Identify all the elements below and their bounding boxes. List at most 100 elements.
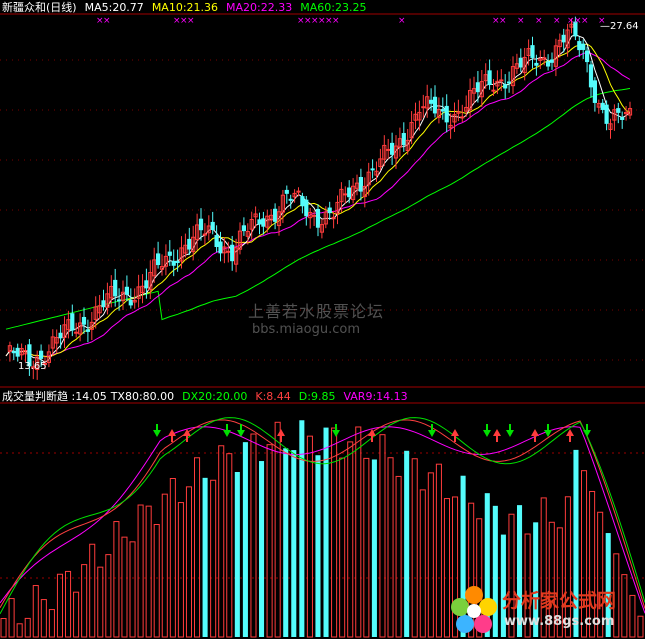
candle-down: [144, 280, 149, 289]
volume-bar-up: [435, 463, 442, 638]
candle-down: [257, 219, 262, 225]
chart-title: 新疆众和(日线): [2, 1, 77, 14]
buy-arrow-icon: [168, 429, 176, 442]
candle-down: [288, 198, 293, 201]
candle-down: [175, 261, 180, 264]
buy-arrow-icon: [451, 429, 459, 442]
candle-down: [546, 61, 551, 67]
volume-bar-up: [274, 421, 281, 638]
volume-bar-up: [250, 433, 257, 638]
candle-down: [585, 50, 590, 63]
volume-bar-up: [339, 457, 346, 638]
site-logo: 分析家公式网 www.88gs.com: [446, 583, 645, 639]
signal-cross: ×: [535, 16, 543, 26]
signal-marks: × × × × × × × × × × × × × × × × × × × × ×: [96, 16, 606, 26]
candle-down: [549, 59, 555, 63]
volume-bar-up: [121, 536, 128, 638]
volume-bar-up: [379, 434, 386, 638]
signal-cross: ×: [499, 16, 507, 26]
volume-bar-down: [371, 459, 377, 637]
volume-bar-up: [161, 493, 168, 638]
candle-down: [503, 84, 508, 89]
signal-cross: ×: [398, 16, 406, 26]
logo-name: 分析家公式网: [502, 590, 617, 612]
signal-cross: ×: [332, 16, 340, 26]
volume-bar-up: [347, 441, 354, 638]
volume-bar-up: [0, 618, 7, 638]
sell-arrow-icon: [583, 424, 591, 437]
candle-down: [315, 208, 321, 228]
volume-bar-down: [259, 461, 265, 637]
volume-bar-up: [387, 457, 394, 638]
candle-down: [241, 225, 247, 232]
volume-bar-down: [315, 455, 321, 637]
chart-frame: [0, 13, 645, 579]
volume-bar-down: [299, 420, 305, 637]
candle-down: [218, 241, 223, 254]
k-label: K:8.44: [255, 390, 291, 403]
var9-label: VAR9:14.13: [343, 390, 408, 403]
volume-bar-up: [355, 426, 362, 638]
volume-bar-up: [266, 444, 273, 638]
volume-bar-up: [427, 472, 434, 638]
candle-up: [226, 250, 231, 253]
dx20-label: DX20:20.00: [182, 390, 248, 403]
candle-down: [370, 168, 375, 171]
volume-bar-up: [65, 570, 72, 638]
signal-cross: ×: [187, 16, 195, 26]
candle-down: [440, 109, 445, 112]
ma20-label: MA20:22.33: [226, 1, 293, 14]
candle-down: [128, 299, 133, 306]
volume-bar-up: [113, 521, 120, 638]
candle-down: [444, 105, 449, 123]
sell-arrow-icon: [332, 424, 340, 437]
watermark-text: 上善若水股票论坛: [248, 302, 385, 321]
volume-bar-down: [291, 450, 297, 637]
candle-down: [300, 196, 305, 207]
volume-bar-up: [226, 453, 233, 638]
candle-down: [81, 316, 87, 325]
volume-bar-up: [73, 591, 80, 638]
candle-up: [343, 193, 348, 196]
volume-bar-up: [419, 489, 426, 638]
signal-cross: ×: [581, 16, 589, 26]
volume-bar-down: [234, 471, 240, 637]
candle-down: [390, 142, 395, 155]
candle-down: [475, 82, 480, 93]
candle-down: [304, 199, 309, 217]
candle-up: [460, 116, 465, 119]
ma5-label: MA5:20.77: [84, 1, 144, 14]
volume-bar-up: [185, 486, 192, 638]
candle-down: [210, 221, 215, 231]
candle-down: [124, 286, 130, 295]
candle-down: [432, 96, 438, 114]
d-label: D:9.85: [298, 390, 336, 403]
price-panel-header: 新疆众和(日线) MA5:20.77 MA10:21.36 MA20:22.33 MA6…: [2, 1, 374, 14]
candle-down: [534, 62, 539, 66]
volume-bar-up: [169, 477, 176, 638]
candle-down: [284, 189, 289, 194]
volume-bar-up: [105, 554, 112, 638]
volume-bar-up: [395, 475, 402, 638]
candle-up: [386, 148, 391, 151]
candle-up: [421, 106, 426, 109]
volume-bar-up: [56, 573, 63, 638]
volume-bar-up: [129, 541, 136, 638]
volume-bar-up: [153, 524, 160, 638]
flower-icon: [451, 586, 497, 633]
candle-down: [561, 34, 566, 43]
volume-bar-up: [16, 623, 23, 638]
candle-down: [358, 176, 363, 192]
volume-bar-up: [137, 504, 144, 638]
candle-down: [171, 260, 176, 266]
k-line: [0, 419, 645, 609]
candle-down: [39, 350, 44, 359]
volume-bar-up: [145, 505, 152, 638]
candle-down: [261, 218, 266, 227]
signal-cross: ×: [553, 16, 561, 26]
candle-down: [273, 208, 278, 222]
volume-bar-up: [24, 617, 31, 638]
volume-bar-down: [202, 477, 208, 637]
signal-cross: ×: [103, 16, 111, 26]
volume-bar-up: [331, 427, 338, 638]
